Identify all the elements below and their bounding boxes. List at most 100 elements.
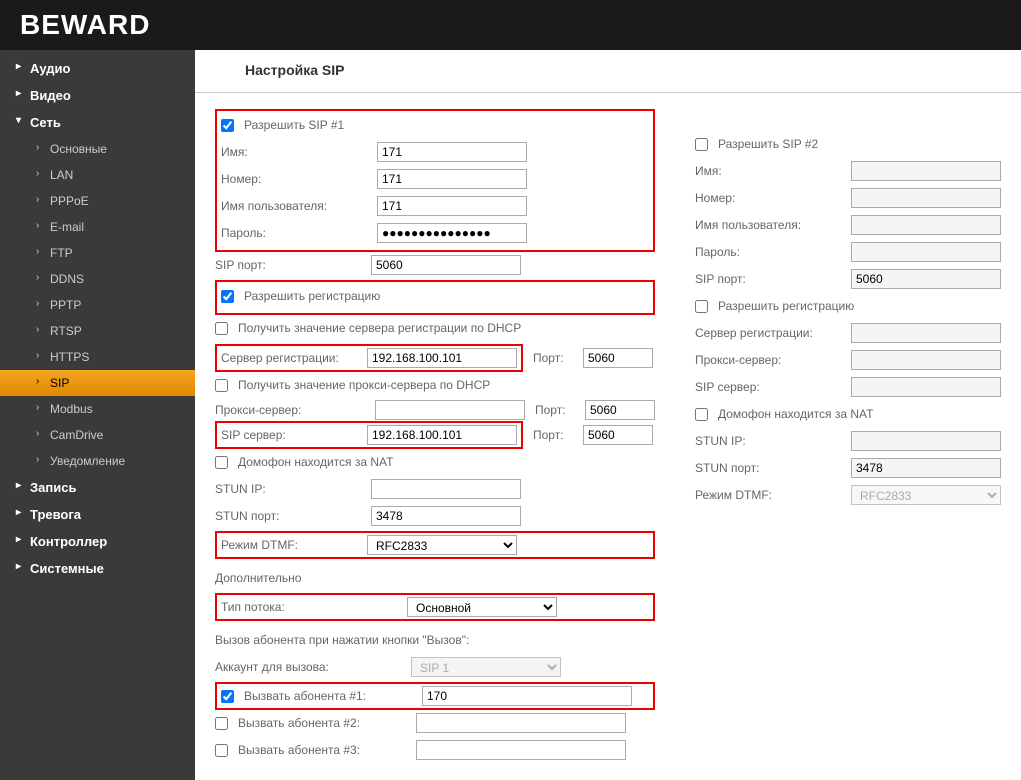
sip1-stunip-input[interactable] <box>371 479 521 499</box>
sip2-enable-checkbox[interactable] <box>695 138 708 151</box>
sip2-stunip-input[interactable] <box>851 431 1001 451</box>
sip1-stunport-input[interactable] <box>371 506 521 526</box>
sip1-regsrv-input[interactable] <box>367 348 517 368</box>
sip1-dtmf-select[interactable]: RFC2833 <box>367 535 517 555</box>
sip1-nat-checkbox[interactable] <box>215 456 228 469</box>
sip1-name-label: Имя: <box>221 145 371 159</box>
stream-label: Тип потока: <box>221 600 401 614</box>
nav-sip[interactable]: ›SIP <box>0 370 195 396</box>
sip1-proxydhcp-checkbox[interactable] <box>215 379 228 392</box>
nav-rtsp[interactable]: ›RTSP <box>0 318 195 344</box>
sip2-number-input[interactable] <box>851 188 1001 208</box>
sip1-regsrv-label: Сервер регистрации: <box>221 351 361 365</box>
nav-pptp[interactable]: ›PPTP <box>0 292 195 318</box>
sip2-dtmf-select[interactable]: RFC2833 <box>851 485 1001 505</box>
nav-https[interactable]: ›HTTPS <box>0 344 195 370</box>
call3-checkbox[interactable] <box>215 744 228 757</box>
sip2-enable-label: Разрешить SIP #2 <box>718 137 818 151</box>
sip1-name-input[interactable] <box>377 142 527 162</box>
sip2-user-input[interactable] <box>851 215 1001 235</box>
sip1-dtmf-label: Режим DTMF: <box>221 538 361 552</box>
sip1-proxyport-label: Порт: <box>535 403 575 417</box>
sip1-enable-label: Разрешить SIP #1 <box>244 118 344 132</box>
sip1-sipsrv-input[interactable] <box>367 425 517 445</box>
nav-email[interactable]: ›E-mail <box>0 214 195 240</box>
stream-select[interactable]: Основной <box>407 597 557 617</box>
nav-system[interactable]: ▸Системные <box>0 555 195 582</box>
nav-ddns[interactable]: ›DDNS <box>0 266 195 292</box>
chevron-right-icon: › <box>36 142 39 153</box>
chevron-right-icon: › <box>36 402 39 413</box>
sip2-nat-label: Домофон находится за NAT <box>718 407 873 421</box>
call2-checkbox[interactable] <box>215 717 228 730</box>
nav-alarm[interactable]: ▸Тревога <box>0 501 195 528</box>
sip2-sipport-input[interactable] <box>851 269 1001 289</box>
sip1-stunip-label: STUN IP: <box>215 482 365 496</box>
chevron-right-icon: › <box>36 220 39 231</box>
chevron-right-icon: › <box>36 454 39 465</box>
call1-input[interactable] <box>422 686 632 706</box>
nav-basic[interactable]: ›Основные <box>0 136 195 162</box>
sip1-regdhcp-label: Получить значение сервера регистрации по… <box>238 321 521 335</box>
nav-camdrive[interactable]: ›CamDrive <box>0 422 195 448</box>
chevron-right-icon: › <box>36 428 39 439</box>
account-select[interactable]: SIP 1 <box>411 657 561 677</box>
logo: BEWARD <box>20 9 150 41</box>
chevron-right-icon: ▸ <box>16 480 21 491</box>
sip1-sipsrv-label: SIP сервер: <box>221 428 361 442</box>
chevron-right-icon: › <box>36 168 39 179</box>
sip1-stunport-label: STUN порт: <box>215 509 365 523</box>
chevron-right-icon: ▸ <box>16 61 21 72</box>
nav-network[interactable]: ▾Сеть <box>0 109 195 136</box>
tab-sip-settings[interactable]: Настройка SIP <box>215 50 375 92</box>
call1-checkbox[interactable] <box>221 690 234 703</box>
call-btn-title: Вызов абонента при нажатии кнопки "Вызов… <box>215 633 655 647</box>
sip2-sipsrv-label: SIP сервер: <box>695 380 845 394</box>
nav-pppoe[interactable]: ›PPPoE <box>0 188 195 214</box>
chevron-right-icon: › <box>36 246 39 257</box>
sip2-pass-label: Пароль: <box>695 245 845 259</box>
sip2-enablereg-checkbox[interactable] <box>695 300 708 313</box>
sip1-sipport-input[interactable] <box>371 255 521 275</box>
sip2-user-label: Имя пользователя: <box>695 218 845 232</box>
sip1-proxyport-input[interactable] <box>585 400 655 420</box>
sip2-pass-input[interactable] <box>851 242 1001 262</box>
nav-ftp[interactable]: ›FTP <box>0 240 195 266</box>
sip1-user-input[interactable] <box>377 196 527 216</box>
sip1-proxy-input[interactable] <box>375 400 525 420</box>
call2-input[interactable] <box>416 713 626 733</box>
sip2-number-label: Номер: <box>695 191 845 205</box>
sip2-dtmf-label: Режим DTMF: <box>695 488 845 502</box>
sip1-pass-input[interactable] <box>377 223 527 243</box>
sip2-stunport-input[interactable] <box>851 458 1001 478</box>
sip2-sipsrv-input[interactable] <box>851 377 1001 397</box>
call3-input[interactable] <box>416 740 626 760</box>
sip2-nat-checkbox[interactable] <box>695 408 708 421</box>
sip1-sipsrvport-input[interactable] <box>583 425 653 445</box>
nav-lan[interactable]: ›LAN <box>0 162 195 188</box>
sip1-regdhcp-checkbox[interactable] <box>215 322 228 335</box>
nav-modbus[interactable]: ›Modbus <box>0 396 195 422</box>
chevron-right-icon: ▸ <box>16 561 21 572</box>
sip1-number-input[interactable] <box>377 169 527 189</box>
sip2-regsrv-input[interactable] <box>851 323 1001 343</box>
sip2-name-label: Имя: <box>695 164 845 178</box>
chevron-right-icon: › <box>36 272 39 283</box>
sip1-enablereg-label: Разрешить регистрацию <box>244 289 380 303</box>
sip2-enablereg-label: Разрешить регистрацию <box>718 299 854 313</box>
sip1-enablereg-checkbox[interactable] <box>221 290 234 303</box>
chevron-right-icon: ▸ <box>16 534 21 545</box>
nav-audio[interactable]: ▸Аудио <box>0 55 195 82</box>
sip1-sipsrvport-label: Порт: <box>533 428 573 442</box>
sip1-enable-checkbox[interactable] <box>221 119 234 132</box>
sip2-name-input[interactable] <box>851 161 1001 181</box>
chevron-right-icon: › <box>36 324 39 335</box>
sip1-regport-label: Порт: <box>533 351 573 365</box>
nav-notify[interactable]: ›Уведомление <box>0 448 195 474</box>
nav-video[interactable]: ▸Видео <box>0 82 195 109</box>
nav-record[interactable]: ▸Запись <box>0 474 195 501</box>
sip1-regport-input[interactable] <box>583 348 653 368</box>
sip2-proxy-input[interactable] <box>851 350 1001 370</box>
sip1-column: Разрешить SIP #1 Имя: Номер: Имя пользов… <box>215 108 655 765</box>
nav-controller[interactable]: ▸Контроллер <box>0 528 195 555</box>
